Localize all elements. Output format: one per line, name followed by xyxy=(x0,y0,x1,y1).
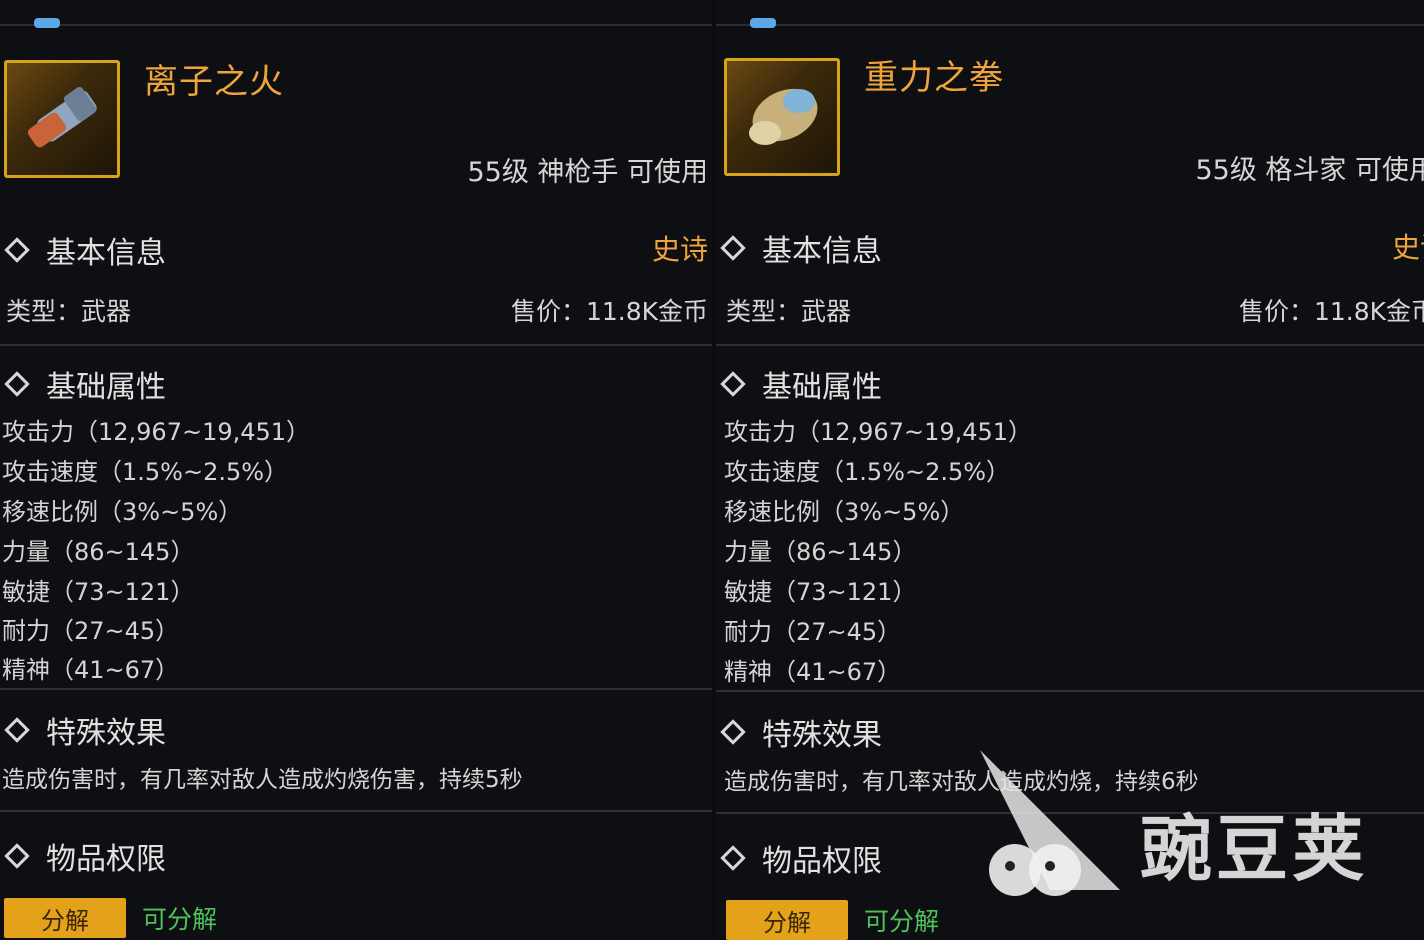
section-special-effect: 特殊效果 xyxy=(0,708,166,752)
section-title: 基础属性 xyxy=(762,370,882,405)
section-title: 特殊效果 xyxy=(46,716,166,751)
attr-move-speed: 移速比例（3%~5%） xyxy=(724,498,965,526)
divider xyxy=(0,810,712,812)
decompose-status: 可分解 xyxy=(864,907,940,936)
decompose-button[interactable]: 分解 xyxy=(726,900,848,940)
divider xyxy=(716,690,1424,692)
attr-strength: 力量（86~145） xyxy=(724,538,917,566)
level-requirement: 55级 神枪手 可使用 xyxy=(467,157,708,188)
diamond-icon xyxy=(720,235,746,261)
item-name: 离子之火 xyxy=(144,62,284,102)
attr-attack-speed: 攻击速度（1.5%~2.5%） xyxy=(2,458,289,486)
attr-strength: 力量（86~145） xyxy=(2,538,195,566)
divider xyxy=(716,344,1424,346)
decompose-button[interactable]: 分解 xyxy=(4,898,126,938)
diamond-icon xyxy=(4,371,30,397)
diamond-icon xyxy=(4,843,30,869)
rarity-label: 史诗 xyxy=(1391,231,1424,264)
section-title: 基本信息 xyxy=(762,234,882,269)
diamond-icon xyxy=(720,845,746,871)
section-title: 物品权限 xyxy=(46,842,166,877)
attr-move-speed: 移速比例（3%~5%） xyxy=(2,498,243,526)
section-title: 物品权限 xyxy=(762,844,882,879)
item-icon[interactable] xyxy=(4,60,120,178)
section-base-attrs: 基础属性 xyxy=(716,362,882,406)
item-name: 重力之拳 xyxy=(864,58,1004,98)
item-panel-right: 重力之拳 55级 格斗家 可使用 基本信息 史诗 类型：武器 售价：11.8K金… xyxy=(716,0,1424,940)
tab-indicator xyxy=(750,18,776,28)
top-divider xyxy=(716,24,1424,26)
attr-spirit: 精神（41~67） xyxy=(2,656,180,684)
section-basic-info: 基本信息 xyxy=(716,226,882,270)
special-effect-text: 造成伤害时，有几率对敌人造成灼烧，持续6秒 xyxy=(724,769,1199,795)
item-icon[interactable] xyxy=(724,58,840,176)
divider xyxy=(0,344,712,346)
attr-stamina: 耐力（27~45） xyxy=(2,617,180,645)
attr-attack-speed: 攻击速度（1.5%~2.5%） xyxy=(724,458,1011,486)
section-basic-info: 基本信息 xyxy=(0,228,166,272)
weapon-icon xyxy=(27,86,97,148)
special-effect-text: 造成伤害时，有几率对敌人造成灼烧伤害，持续5秒 xyxy=(2,767,523,793)
decompose-status: 可分解 xyxy=(142,905,218,934)
attr-agility: 敏捷（73~121） xyxy=(724,578,917,606)
section-special-effect: 特殊效果 xyxy=(716,710,882,754)
divider xyxy=(716,812,1424,814)
attr-agility: 敏捷（73~121） xyxy=(2,578,195,606)
gauntlet-icon xyxy=(749,88,818,145)
attr-spirit: 精神（41~67） xyxy=(724,658,902,686)
sell-price: 售价：11.8K金币 xyxy=(510,297,708,326)
tab-indicator xyxy=(34,18,60,28)
section-title: 基本信息 xyxy=(46,236,166,271)
item-panel-left: 离子之火 55级 神枪手 可使用 基本信息 史诗 类型：武器 售价：11.8K金… xyxy=(0,0,712,940)
section-title: 基础属性 xyxy=(46,370,166,405)
divider xyxy=(0,688,712,690)
diamond-icon xyxy=(720,371,746,397)
section-permissions: 物品权限 xyxy=(0,834,166,878)
item-type: 类型：武器 xyxy=(6,297,132,326)
diamond-icon xyxy=(4,717,30,743)
attr-attack: 攻击力（12,967~19,451） xyxy=(2,418,311,446)
section-base-attrs: 基础属性 xyxy=(0,362,166,406)
section-title: 特殊效果 xyxy=(762,718,882,753)
attr-attack: 攻击力（12,967~19,451） xyxy=(724,418,1033,446)
level-requirement: 55级 格斗家 可使用 xyxy=(1195,155,1424,186)
diamond-icon xyxy=(720,719,746,745)
diamond-icon xyxy=(4,237,30,263)
item-type: 类型：武器 xyxy=(726,297,852,326)
rarity-label: 史诗 xyxy=(651,233,708,266)
section-permissions: 物品权限 xyxy=(716,836,882,880)
attr-stamina: 耐力（27~45） xyxy=(724,618,902,646)
sell-price: 售价：11.8K金币 xyxy=(1238,297,1424,326)
top-divider xyxy=(0,24,712,26)
